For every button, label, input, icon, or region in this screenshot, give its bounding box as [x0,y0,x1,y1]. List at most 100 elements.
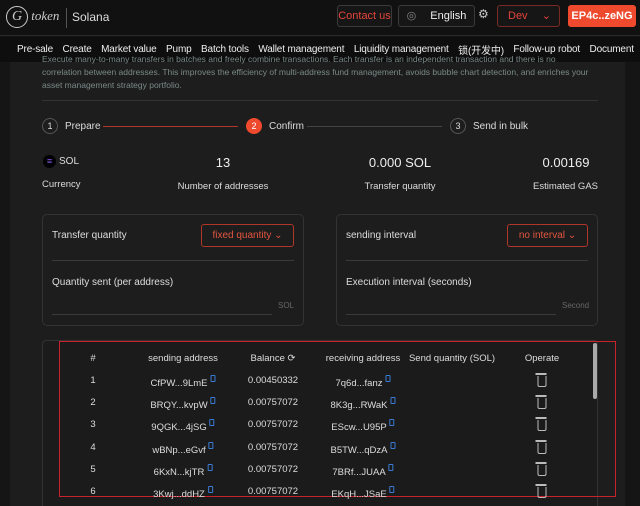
scrollbar[interactable] [593,343,597,399]
cell-text: EScw...U95P [331,422,387,433]
copy-icon[interactable] [388,464,394,471]
balance: 0.00757072 [248,397,298,408]
wallet-button[interactable]: EP4c..zeNG [568,5,636,27]
transfer-quantity-panel: Transfer quantity fixed quantity ⌄ Quant… [42,214,304,326]
copy-icon[interactable] [390,397,396,404]
copy-icon[interactable] [209,419,215,426]
delete-icon[interactable] [535,484,547,498]
header-label: receiving address [325,353,401,364]
refresh-icon[interactable]: ⟳ [285,353,295,364]
balance: 0.00757072 [248,442,298,453]
header-operate: Operate [525,353,559,364]
row-index: 2 [90,397,95,408]
sending-address: BRQY...kvpW [150,397,216,411]
sending-address: 3Kwj...ddHZ [153,486,213,500]
divider [42,100,598,101]
step-confirm: 2 Confirm [246,118,304,134]
receiving-address: 7q6d...fanz [335,375,391,389]
copy-icon[interactable] [210,397,216,404]
cell-text: 0.00757072 [247,419,299,430]
select-value: fixed quantity [212,230,272,241]
copy-icon[interactable] [385,375,391,382]
delete-icon[interactable] [535,417,547,431]
unit-label: Second [562,301,590,310]
copy-icon[interactable] [389,486,395,493]
cell-text: EKqH...JSaE [331,489,387,500]
copy-icon[interactable] [207,464,213,471]
delete-icon[interactable] [535,440,547,454]
divider [52,260,294,261]
divider [346,260,588,261]
unit-label: SOL [278,301,295,310]
env-label: Dev [508,10,528,22]
chevron-down-icon: ⌄ [541,10,551,22]
field-label: Execution interval (seconds) [346,277,472,288]
sending-address: 9QGK...4jSG [151,419,215,433]
delete-icon[interactable] [535,462,547,476]
copy-icon[interactable] [208,442,214,449]
address-count: 13 [215,155,231,170]
interval-select[interactable]: no interval ⌄ [507,224,588,247]
balance: 0.00450332 [248,375,298,386]
header-receiving-address: receiving address [326,353,400,364]
cell-text: 6 [90,486,96,497]
cell-text: 3 [90,419,96,430]
header-balance: Balance ⟳ [251,353,296,364]
logo-text: token [31,7,60,23]
cell-text: 1 [90,375,96,386]
copy-icon[interactable] [210,375,216,382]
header-label: Operate [524,353,560,364]
cell-text: B5TW...qDzA [330,445,388,456]
transfer-quantity: 0.000 SOL [368,155,432,170]
chevron-down-icon: ⌄ [274,230,283,241]
step-label: Prepare [65,120,101,132]
step-label: Send in bulk [473,120,529,132]
sending-address: CfPW...9LmE [150,375,216,389]
copy-icon[interactable] [390,442,396,449]
row-index: 6 [90,486,95,497]
quantity-input[interactable] [52,295,272,315]
step-prepare: 1 Prepare [42,118,101,134]
sending-address: 6KxN...kjTR [154,464,213,478]
estimated-gas-label: Estimated GAS [533,181,598,192]
panel-title: Transfer quantity [52,230,127,241]
divider [66,8,67,28]
cell-text: BRQY...kvpW [150,400,208,411]
step-number: 1 [42,118,58,134]
quantity-mode-select[interactable]: fixed quantity ⌄ [201,224,294,247]
gear-icon[interactable]: ⚙ [478,7,489,21]
cell-text: 0.00757072 [247,464,299,475]
receiving-address: EScw...U95P [331,419,395,433]
row-index: 5 [90,464,95,475]
cell-text: 4 [90,442,96,453]
cell-text: 0.00757072 [247,486,299,497]
cell-text: 2 [90,397,96,408]
currency-symbol: SOL [59,156,80,167]
chevron-down-icon: ⌄ [567,230,577,241]
row-index: 3 [90,419,95,430]
logo[interactable]: G token [6,6,59,28]
solana-icon: ≡ [43,155,56,168]
copy-icon[interactable] [389,419,395,426]
language-button[interactable]: ◎ English [398,5,475,27]
cell-text: 0.00450332 [247,375,299,386]
step-connector [307,126,442,127]
cell-text: 9QGK...4jSG [151,422,207,433]
cell-text: 3Kwj...ddHZ [153,489,205,500]
delete-icon[interactable] [535,373,547,387]
step-number: 3 [450,118,466,134]
balance: 0.00757072 [248,464,298,475]
interval-input[interactable] [346,295,556,315]
nav-document[interactable]: Document [590,44,635,55]
cell-text: 5 [90,464,96,475]
copy-icon[interactable] [207,486,213,493]
row-index: 1 [90,375,95,386]
env-select[interactable]: Dev ⌄ [497,5,560,27]
transfer-quantity-label: Transfer quantity [364,181,436,192]
delete-icon[interactable] [535,395,547,409]
header-label: sending address [148,353,218,364]
cell-text: CfPW...9LmE [150,378,208,389]
globe-icon: ◎ [406,10,417,22]
contact-us-button[interactable]: Contact us [337,5,392,27]
header-sending-address: sending address [148,353,218,364]
